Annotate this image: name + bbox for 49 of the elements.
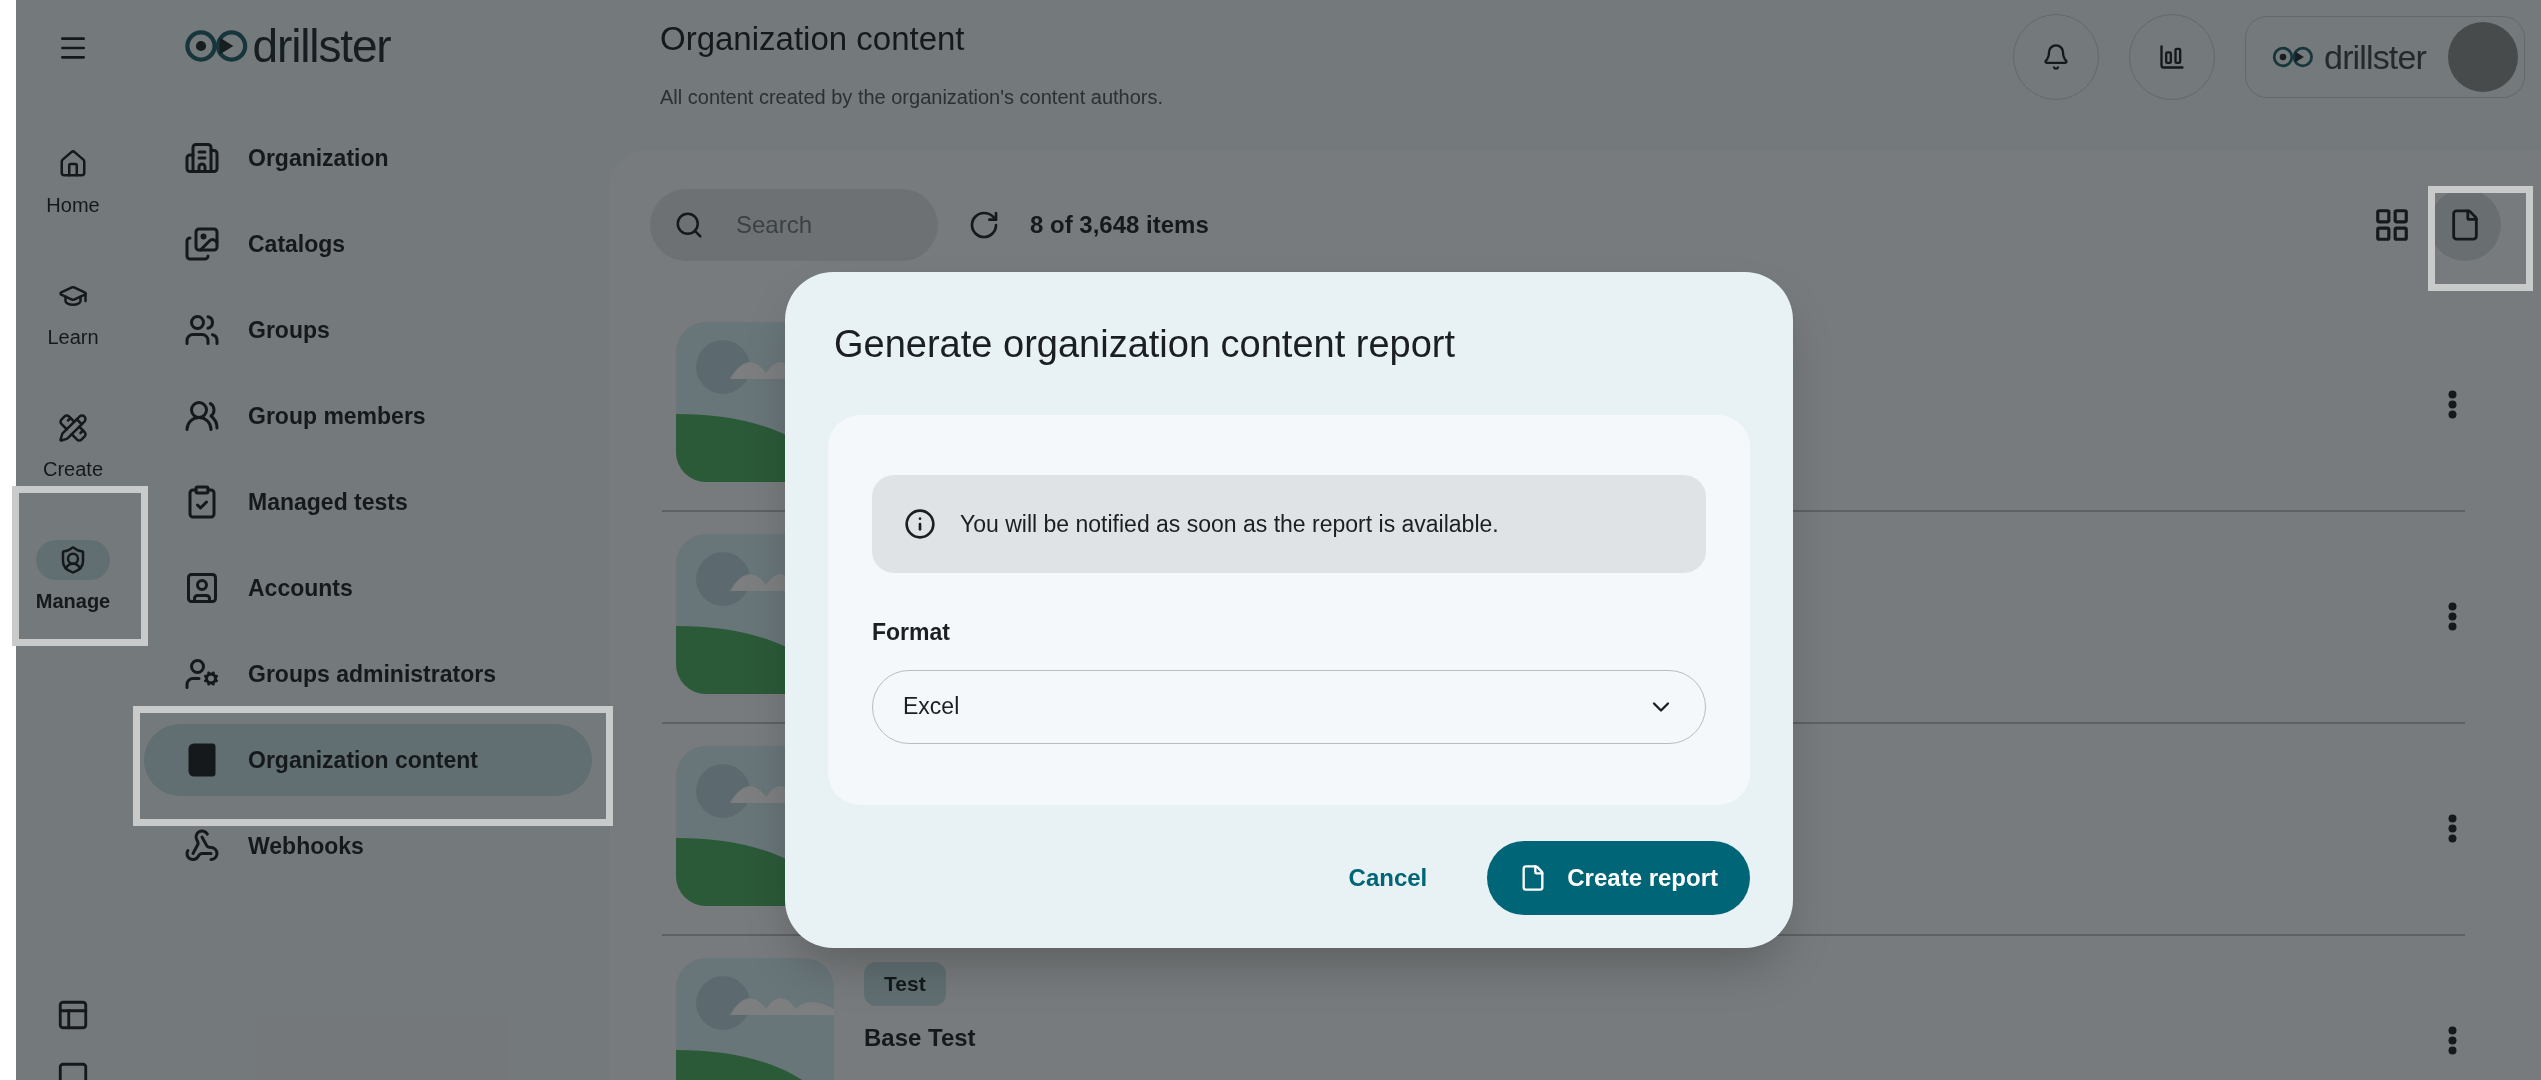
- search-icon: [674, 210, 704, 240]
- format-label: Format: [872, 618, 951, 647]
- images-icon: [184, 226, 220, 262]
- kebab-icon: [2448, 1026, 2457, 1055]
- sidebar-item[interactable]: Group members: [144, 380, 592, 452]
- account-pill[interactable]: drillster: [2245, 16, 2525, 98]
- building-icon: [184, 140, 220, 176]
- sidebar-item[interactable]: Catalogs: [144, 208, 592, 280]
- content-title: Base Test: [864, 1022, 976, 1053]
- pencil-ruler-icon: [58, 413, 88, 443]
- rail-item[interactable]: Manage: [23, 540, 123, 616]
- user-gear-icon: [184, 656, 220, 692]
- create-report-button[interactable]: Create report: [1487, 841, 1750, 915]
- page-title: Organization content: [660, 19, 966, 59]
- account-brand: drillster: [2324, 36, 2426, 78]
- notice-text: You will be notified as soon as the report is available.: [960, 509, 1499, 539]
- panel-layout-icon[interactable]: [56, 998, 90, 1032]
- page-subtitle: All content created by the organization's content authors.: [660, 84, 1164, 110]
- item-count: 8 of 3,648 items: [1030, 210, 1209, 240]
- sidebar-item[interactable]: Groups administrators: [144, 638, 592, 710]
- rail-item[interactable]: Create: [23, 408, 123, 484]
- cancel-button[interactable]: Cancel: [1348, 860, 1428, 896]
- rail-item[interactable]: Learn: [23, 276, 123, 352]
- kebab-icon: [2448, 814, 2457, 843]
- dialog-title: Generate organization content report: [833, 322, 1457, 367]
- rail-item[interactable]: Home: [23, 144, 123, 220]
- brand-name: drillster: [252, 18, 391, 74]
- bell-icon: [2042, 43, 2071, 71]
- bar-chart-icon: [2158, 43, 2187, 71]
- logo-icon: [184, 29, 249, 63]
- refresh-icon[interactable]: [968, 209, 1000, 241]
- kebab-icon: [2448, 390, 2457, 419]
- sidebar-item[interactable]: Accounts: [144, 552, 592, 624]
- info-icon: [904, 508, 936, 540]
- people-icon: [184, 312, 220, 348]
- home-icon: [58, 149, 88, 179]
- webhook-icon: [184, 828, 220, 864]
- sidebar-item[interactable]: Organization: [144, 122, 592, 194]
- logo-icon: [2272, 46, 2315, 68]
- sidebar-item[interactable]: Organization content: [144, 724, 592, 796]
- user-portrait-icon: [184, 570, 220, 606]
- user-group-icon: [184, 398, 220, 434]
- sidebar-item[interactable]: Webhooks: [144, 810, 592, 882]
- sidebar-item[interactable]: Managed tests: [144, 466, 592, 538]
- content-tag: Test: [864, 962, 946, 1006]
- sidebar-item[interactable]: Groups: [144, 294, 592, 366]
- kebab-icon: [2448, 602, 2457, 631]
- avatar: [2448, 22, 2518, 92]
- grid-view-icon[interactable]: [2373, 206, 2411, 244]
